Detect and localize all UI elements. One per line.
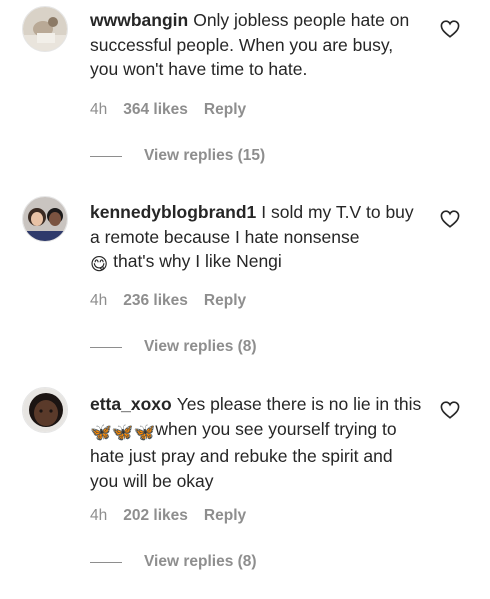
- comment-body-cont: that's why I like Nengi: [108, 251, 282, 271]
- replies-divider: [90, 155, 122, 157]
- comment-text: etta_xoxo Yes please there is no lie in t…: [90, 392, 425, 493]
- comment-text: kennedyblogbrand1 I sold my T.V to buy a …: [90, 200, 425, 277]
- comment-time: 4h: [90, 292, 108, 309]
- likes-count[interactable]: 202 likes: [123, 507, 188, 525]
- replies-divider: [90, 346, 122, 348]
- view-replies-label: View replies (8): [144, 553, 257, 570]
- view-replies-button[interactable]: View replies (8): [90, 338, 257, 356]
- reply-button[interactable]: Reply: [204, 507, 246, 525]
- heart-icon[interactable]: [440, 20, 460, 38]
- view-replies-button[interactable]: View replies (8): [90, 553, 257, 571]
- heart-icon[interactable]: [440, 401, 460, 419]
- reply-button[interactable]: Reply: [204, 101, 246, 119]
- comment-time: 4h: [90, 101, 108, 118]
- heart-icon[interactable]: [440, 210, 460, 228]
- comment-username[interactable]: etta_xoxo: [90, 394, 172, 414]
- view-replies-label: View replies (15): [144, 147, 266, 164]
- comment-meta: 4h 364 likes Reply: [90, 101, 246, 119]
- comment-username[interactable]: wwwbangin: [90, 10, 188, 30]
- comment-body: Yes please there is no lie in this: [176, 394, 422, 414]
- comment-username[interactable]: kennedyblogbrand1: [90, 202, 256, 222]
- comment-text: wwwbangin Only jobless people hate on suc…: [90, 8, 425, 82]
- yum-emoji: 😋: [90, 254, 109, 274]
- likes-count[interactable]: 364 likes: [123, 101, 188, 119]
- view-replies-label: View replies (8): [144, 338, 257, 355]
- avatar[interactable]: [22, 196, 68, 242]
- likes-count[interactable]: 236 likes: [123, 292, 188, 310]
- butterfly-emoji: 🦋🦋🦋: [90, 421, 156, 442]
- avatar[interactable]: [22, 387, 68, 433]
- comment-meta: 4h 236 likes Reply: [90, 292, 246, 310]
- view-replies-button[interactable]: View replies (15): [90, 147, 265, 165]
- avatar[interactable]: [22, 6, 68, 52]
- replies-divider: [90, 561, 122, 563]
- comment-time: 4h: [90, 507, 108, 524]
- comment-meta: 4h 202 likes Reply: [90, 507, 246, 525]
- reply-button[interactable]: Reply: [204, 292, 246, 310]
